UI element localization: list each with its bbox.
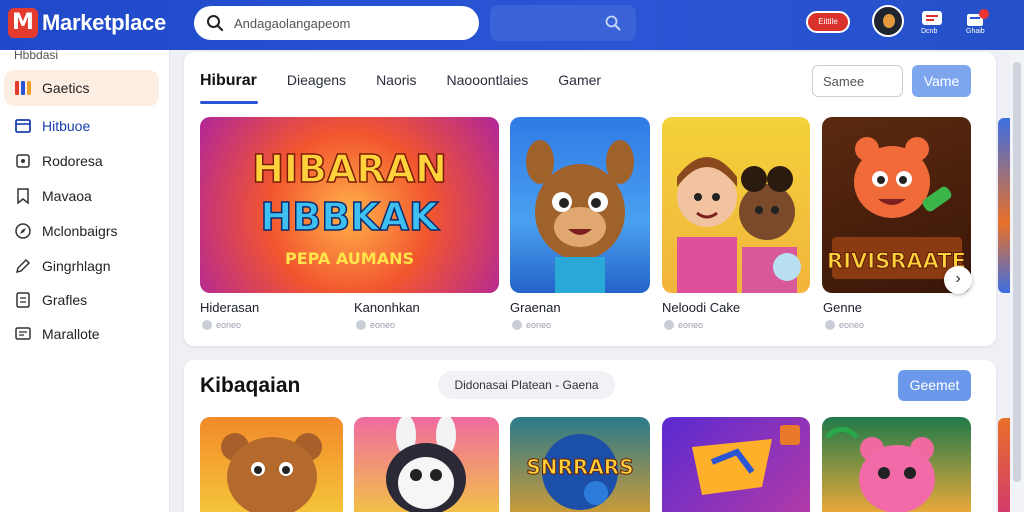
sidebar-item-rodoresa[interactable]: Rodoresa [4,143,159,179]
card-image-title: HIBARAN [251,146,447,192]
avatar[interactable] [872,5,904,37]
rating-dot [202,320,212,330]
tab-dieagens[interactable]: Dieagens [287,72,346,104]
secondary-search-field[interactable] [490,5,636,41]
top-bar: M Marketplace Eittlle Dcnb Ghaib [0,0,1024,50]
chevron-right-icon[interactable]: › [944,266,972,294]
filter-input[interactable] [812,65,903,97]
sidebar-item-label: Gingrhlagn [42,258,111,274]
sidebar-item-games[interactable]: Gaetics [4,70,159,106]
card-title[interactable]: Graenan [510,300,561,315]
characters-illustration [677,157,801,293]
bunny-illustration [386,417,466,512]
game-card-image[interactable] [822,417,971,512]
chat-icon [15,327,31,340]
logo-mark: M [8,8,38,38]
featured-games-panel: Hiburar Dieagens Naoris Naooontlaies Gam… [184,52,996,346]
rating-dot [512,320,522,330]
sidebar-item-label: Grafles [42,292,88,308]
cart-label: Ghaib [966,28,985,35]
sidebar-item-label: Gaetics [42,80,90,96]
character-illustration [526,140,634,293]
card-meta: eoneo [825,320,864,330]
tab-bar: Hiburar Dieagens Naoris Naooontlaies Gam… [200,72,631,104]
card-title[interactable]: Kanonhkan [354,300,420,315]
game-card-image[interactable] [662,417,810,512]
card-meta-text: eoneo [526,320,552,330]
section-title: Kibaqaian [200,374,301,397]
sidebar-item-home[interactable]: Hitbuoe [4,108,159,144]
rating-dot [356,320,366,330]
search-button[interactable]: Geemet [898,370,971,401]
game-card-image[interactable] [662,117,810,293]
game-card-image[interactable]: RIVISRAATE [822,117,971,293]
card-title[interactable]: Genne [823,300,862,315]
game-card-image[interactable] [354,417,499,512]
card-meta-text: eoneo [678,320,704,330]
sidebar-heading: Hbbdasi [14,48,59,62]
logo[interactable]: M Marketplace [8,8,166,38]
status-badge[interactable]: Eittlle [806,11,850,33]
card-meta-text: eoneo [370,320,396,330]
flag-illustration [692,425,800,495]
breadcrumb[interactable]: Didonasai Platean - Gaena [438,371,615,399]
card-meta: eoneo [356,320,395,330]
tab-naoris[interactable]: Naoris [376,72,416,104]
card-title[interactable]: Hiderasan [200,300,259,315]
tab-gamer[interactable]: Gamer [558,72,601,104]
list-icon [16,292,30,308]
compass-icon [15,223,31,239]
search-input[interactable] [234,15,454,31]
tab-hiburar[interactable]: Hiburar [200,72,258,104]
game-card-image[interactable] [200,417,343,512]
card-image-subtitle: PEPA AUMANS [285,249,414,268]
bookmark-icon [17,188,29,205]
sidebar-item-mclonbaigrs[interactable]: Mclonbaigrs [4,213,159,249]
logo-text: Marketplace [42,10,166,35]
card-title[interactable]: Neloodi Cake [662,300,740,315]
bear-illustration [221,433,322,512]
sidebar-item-label: Rodoresa [42,153,103,169]
card-meta: eoneo [664,320,703,330]
card-image-title: SNRRARS [526,455,634,480]
search-icon[interactable] [604,14,622,32]
rating-dot [664,320,674,330]
sidebar-item-gingrhlagn[interactable]: Gingrhlagn [4,248,159,284]
category-panel: Kibaqaian Didonasai Platean - Gaena Geem… [184,360,996,512]
sidebar-item-label: Mclonbaigrs [42,223,118,239]
sidebar-item-mavaoa[interactable]: Mavaoa [4,178,159,214]
search-box[interactable] [194,6,479,40]
tab-naooontlaies[interactable]: Naooontlaies [447,72,529,104]
game-card-image[interactable]: HIBARAN HBBKAK PEPA AUMANS [200,117,499,293]
cart-icon [16,154,30,168]
pencil-icon [15,258,31,274]
next-card-peek [998,418,1010,512]
games-icon [15,81,31,95]
search-icon [207,15,224,32]
scrollbar-thumb[interactable] [1013,62,1021,482]
sidebar: Hbbdasi Gaetics Hitbuoe Rodoresa Mavaoa [0,48,170,512]
card-meta: eoneo [202,320,241,330]
name-button[interactable]: Vame [912,65,971,97]
sidebar-item-marallote[interactable]: Marallote [4,316,159,352]
card-image-title-2: HBBKAK [260,194,440,240]
game-card-image[interactable]: SNRRARS [510,417,650,512]
card-meta-text: eoneo [216,320,242,330]
rating-dot [825,320,835,330]
game-card-image[interactable] [510,117,650,293]
sidebar-item-grafles[interactable]: Grafles [4,282,159,318]
sidebar-item-label: Marallote [42,326,100,342]
sidebar-item-label: Hitbuoe [42,118,91,134]
next-card-peek [998,118,1010,293]
help-label: Dcnb [921,28,938,35]
home-icon [15,119,31,133]
card-meta-text: eoneo [839,320,865,330]
creature-illustration [825,427,935,512]
sidebar-item-label: Mavaoa [42,188,92,204]
card-meta: eoneo [512,320,551,330]
